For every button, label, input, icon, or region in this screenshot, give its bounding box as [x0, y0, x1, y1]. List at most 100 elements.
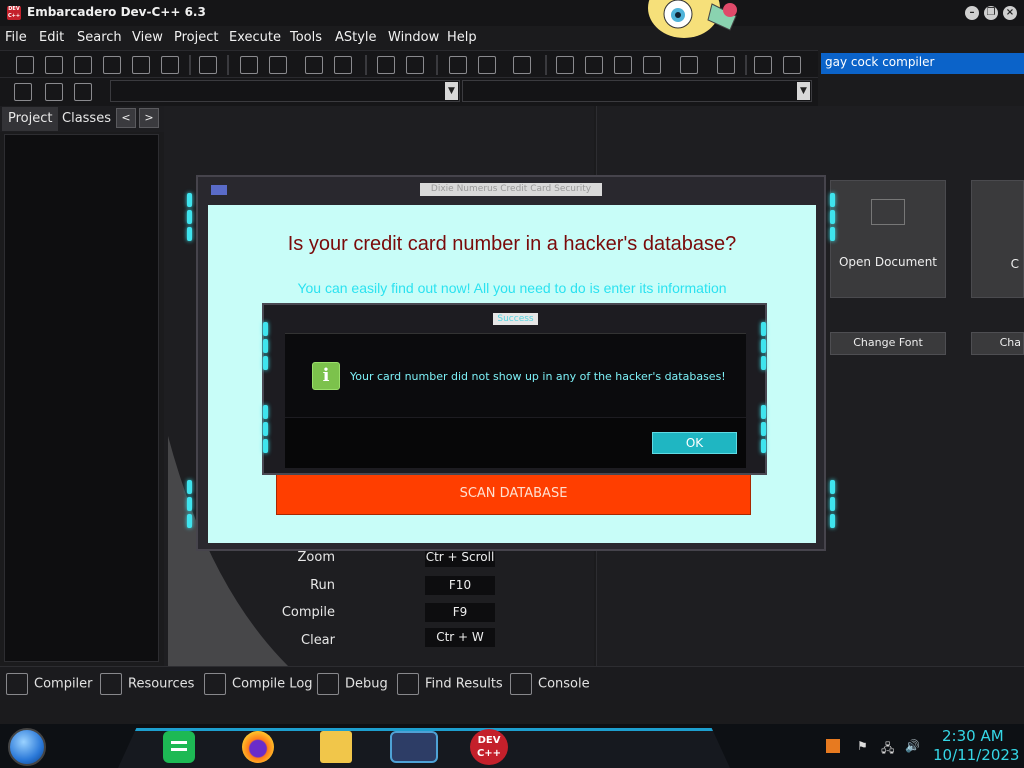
devcpp-taskbar-icon[interactable]: DEV C++ — [470, 729, 508, 765]
file-explorer-icon[interactable] — [320, 731, 352, 763]
goto-line-icon[interactable] — [449, 56, 467, 74]
window-title: Embarcadero Dev-C++ 6.3 — [27, 5, 206, 19]
menu-edit[interactable]: Edit — [39, 30, 64, 45]
print-icon[interactable] — [199, 56, 217, 74]
shortcut-run-label: Run — [310, 578, 335, 593]
ok-button[interactable]: OK — [652, 432, 737, 454]
project-tree[interactable] — [4, 134, 159, 662]
check-icon[interactable] — [680, 56, 698, 74]
tab-find-results[interactable]: Find Results — [397, 673, 503, 697]
notes-app-icon[interactable] — [163, 731, 195, 763]
tile-label: Open Document — [838, 255, 938, 269]
save-all-icon[interactable] — [103, 56, 121, 74]
resources-icon — [100, 673, 122, 695]
change-font-button[interactable]: Change Font — [830, 332, 946, 355]
tab-debug[interactable]: Debug — [317, 673, 388, 697]
bottom-panel-tabs: Compiler Resources Compile Log Debug Fin… — [0, 666, 1024, 700]
chevron-down-icon[interactable]: ▼ — [797, 82, 810, 100]
tab-compile-log[interactable]: Compile Log — [204, 673, 313, 697]
insert-icon[interactable] — [14, 83, 32, 101]
tab-debug-label: Debug — [345, 676, 388, 692]
compile-log-icon — [204, 673, 226, 695]
window-menu-icon[interactable] — [211, 185, 227, 195]
debug-check-icon — [317, 673, 339, 695]
class-combo[interactable]: ▼ — [110, 80, 460, 102]
tab-compiler[interactable]: Compiler — [6, 673, 93, 697]
unindent-icon[interactable] — [334, 56, 352, 74]
restore-button[interactable]: ❐ — [984, 6, 998, 20]
undo-icon[interactable] — [377, 56, 395, 74]
success-dialog-title: Success — [493, 313, 538, 325]
save-icon[interactable] — [74, 56, 92, 74]
tab-resources[interactable]: Resources — [100, 673, 194, 697]
main-toolbar — [0, 50, 818, 78]
menu-execute[interactable]: Execute — [229, 30, 281, 45]
close-file-icon[interactable] — [132, 56, 150, 74]
menu-tools[interactable]: Tools — [290, 30, 322, 45]
start-button[interactable] — [8, 728, 46, 766]
second-tile[interactable]: C — [971, 180, 1024, 298]
tab-project[interactable]: Project — [2, 107, 59, 131]
find-icon[interactable] — [240, 56, 258, 74]
new-file-icon[interactable] — [16, 56, 34, 74]
replace-icon[interactable] — [269, 56, 287, 74]
tab-resources-label: Resources — [128, 676, 195, 692]
firefox-icon[interactable] — [242, 731, 274, 763]
cross-icon[interactable] — [717, 56, 735, 74]
open-document-tile[interactable]: Open Document — [830, 180, 946, 298]
close-button[interactable]: × — [1003, 6, 1017, 20]
shortcut-clear-key: Ctr + W — [425, 628, 495, 647]
chevron-down-icon[interactable]: ▼ — [445, 82, 458, 100]
change-theme-button[interactable]: Cha — [971, 332, 1024, 355]
scan-database-button[interactable]: SCAN DATABASE — [276, 472, 751, 515]
menu-search[interactable]: Search — [77, 30, 122, 45]
tile-icon[interactable] — [614, 56, 632, 74]
clock-date[interactable]: 10/11/2023 — [933, 746, 1019, 764]
window-icon[interactable] — [585, 56, 603, 74]
shortcut-zoom-label: Zoom — [297, 550, 335, 565]
member-combo[interactable]: ▼ — [462, 80, 812, 102]
subline: You can easily find out now! All you nee… — [297, 280, 727, 296]
open-folder-icon[interactable] — [45, 56, 63, 74]
search-input[interactable]: gay cock compiler — [821, 53, 1024, 74]
grid-view-icon[interactable] — [556, 56, 574, 74]
clock-time[interactable]: 2:30 AM — [942, 727, 1004, 745]
toggle-bookmark-icon[interactable] — [45, 83, 63, 101]
window-app-icon[interactable] — [390, 731, 438, 763]
indent-icon[interactable] — [305, 56, 323, 74]
close-all-icon[interactable] — [161, 56, 179, 74]
redo-icon[interactable] — [406, 56, 424, 74]
bookmark-icon[interactable] — [478, 56, 496, 74]
find-results-icon — [397, 673, 419, 695]
network-icon[interactable]: 🖧 — [881, 739, 895, 755]
menu-help[interactable]: Help — [447, 30, 477, 45]
success-message: Your card number did not show up in any … — [350, 370, 726, 383]
tab-next-button[interactable]: > — [139, 108, 159, 128]
left-pane-tabs: Project Classes < > — [0, 106, 164, 132]
tray-app-icon[interactable] — [826, 739, 840, 753]
shortcut-compile-label: Compile — [281, 605, 335, 620]
tab-console-label: Console — [538, 676, 590, 692]
minimize-button[interactable]: – — [965, 6, 979, 20]
stop-icon[interactable] — [783, 56, 801, 74]
menu-astyle[interactable]: AStyle — [335, 30, 377, 45]
console-icon — [510, 673, 532, 695]
tab-find-results-label: Find Results — [425, 676, 503, 692]
menu-file[interactable]: File — [5, 30, 27, 45]
tab-console[interactable]: Console — [510, 673, 590, 697]
menu-window[interactable]: Window — [388, 30, 439, 45]
chart-icon[interactable] — [754, 56, 772, 74]
volume-icon[interactable]: 🔊 — [905, 739, 920, 753]
menu-view[interactable]: View — [132, 30, 163, 45]
flag-icon[interactable]: ⚑ — [857, 739, 871, 753]
shortcut-clear-label: Clear — [301, 633, 335, 648]
comment-icon[interactable] — [513, 56, 531, 74]
compiler-icon — [6, 673, 28, 695]
goto-bookmark-icon[interactable] — [74, 83, 92, 101]
tab-prev-button[interactable]: < — [116, 108, 136, 128]
scam-window-title: Dixie Numerus Credit Card Security — [420, 183, 602, 196]
layout-icon[interactable] — [643, 56, 661, 74]
info-icon: i — [312, 362, 340, 390]
menu-project[interactable]: Project — [174, 30, 218, 45]
tab-classes[interactable]: Classes — [56, 107, 117, 131]
